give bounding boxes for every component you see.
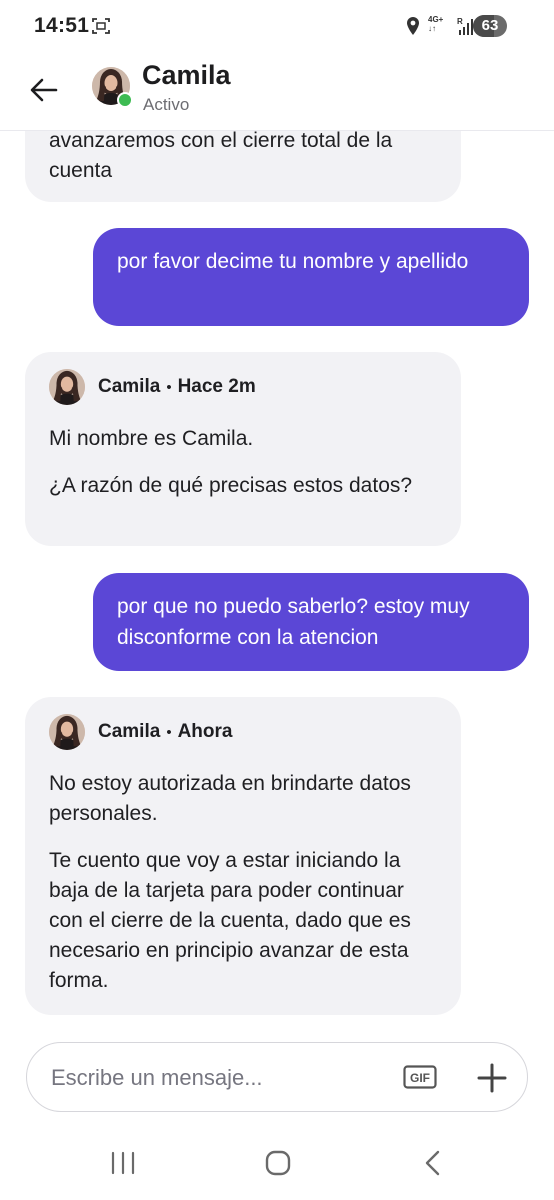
contact-avatar-button[interactable] (92, 67, 133, 108)
message-incoming: Camila • Ahora No estoy autorizada en br… (25, 697, 461, 1015)
sender-name: Camila (98, 376, 161, 397)
chevron-left-icon (425, 1150, 440, 1176)
message-sender-row: Camila • Ahora (49, 713, 437, 751)
plus-icon (477, 1063, 507, 1093)
message-outgoing: por que no puedo saberlo? estoy muy disc… (93, 573, 529, 671)
message-list[interactable]: avanzaremos con el cierre total de la cu… (0, 0, 554, 1030)
sender-separator: • (166, 378, 172, 396)
message-timestamp: Hace 2m (177, 376, 256, 397)
contact-status: Activo (143, 95, 190, 114)
gif-button[interactable]: GIF (403, 1065, 437, 1089)
contact-name: Camila (142, 60, 231, 90)
back-arrow-icon (30, 78, 58, 102)
message-outgoing: por favor decime tu nombre y apellido (93, 228, 529, 326)
back-nav-button[interactable] (413, 1146, 453, 1180)
message-incoming: Camila • Hace 2m Mi nombre es Camila. ¿A… (25, 352, 461, 546)
message-sender-row: Camila • Hace 2m (49, 368, 437, 406)
home-icon (265, 1150, 291, 1176)
online-indicator (117, 92, 133, 108)
gif-label: GIF (410, 1071, 430, 1085)
avatar (49, 369, 85, 405)
system-navigation-bar (0, 1130, 554, 1200)
message-paragraph: ¿A razón de qué precisas estos datos? (49, 474, 413, 497)
chat-header: Camila Activo (0, 52, 554, 131)
recent-apps-button[interactable] (103, 1146, 143, 1180)
back-button[interactable] (22, 68, 66, 112)
gif-icon: GIF (403, 1065, 437, 1089)
message-text: avanzaremos con el cierre total de la cu… (49, 129, 393, 182)
sender-name: Camila (98, 721, 161, 742)
message-text: por que no puedo saberlo? estoy muy disc… (117, 595, 470, 649)
message-paragraph: Te cuento que voy a estar iniciando la b… (49, 849, 411, 992)
sender-separator: • (166, 723, 172, 741)
message-composer: GIF (26, 1042, 528, 1112)
message-input[interactable] (49, 1043, 393, 1112)
message-paragraph: No estoy autorizada en brindarte datos p… (49, 772, 411, 825)
avatar (49, 714, 85, 750)
attach-button[interactable] (475, 1061, 509, 1095)
recent-apps-icon (111, 1151, 135, 1175)
home-button[interactable] (258, 1146, 298, 1180)
message-paragraph: Mi nombre es Camila. (49, 427, 254, 450)
message-timestamp: Ahora (177, 721, 233, 742)
message-text: por favor decime tu nombre y apellido (117, 250, 469, 273)
